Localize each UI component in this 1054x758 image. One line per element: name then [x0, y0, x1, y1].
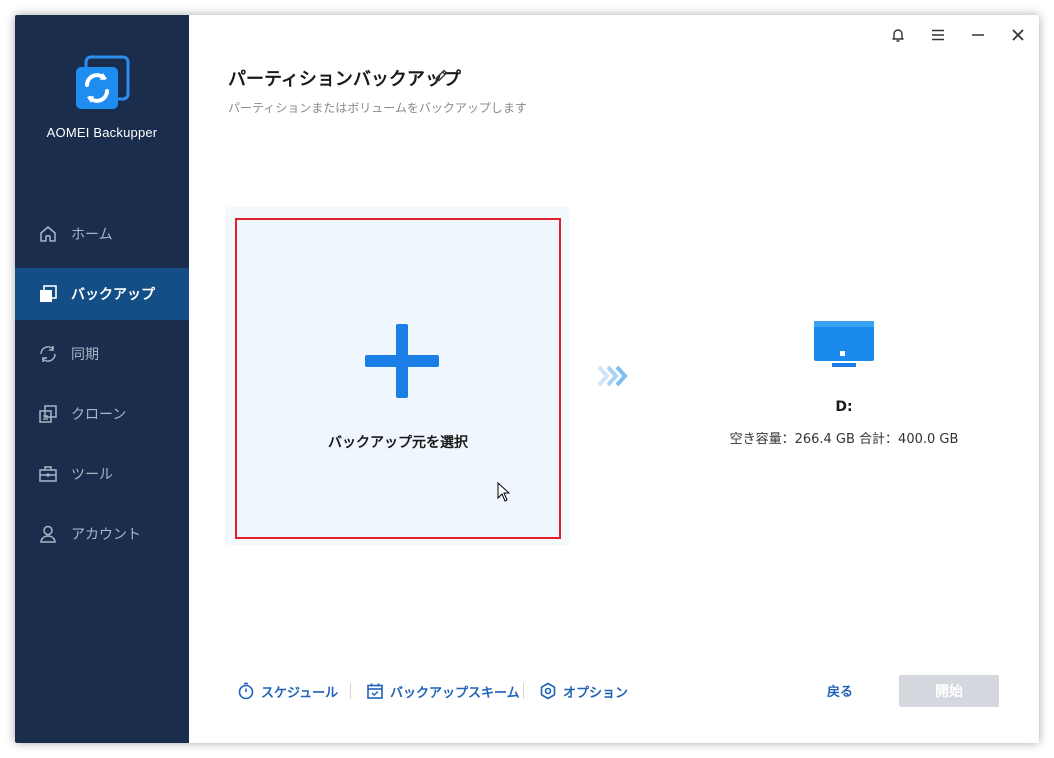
- sidebar-item-label: アカウント: [71, 527, 141, 543]
- close-icon[interactable]: [1006, 23, 1030, 47]
- sidebar-item-label: バックアップ: [71, 287, 155, 303]
- sidebar-item-tools[interactable]: ツール: [15, 448, 189, 500]
- back-button[interactable]: 戻る: [827, 681, 853, 700]
- home-icon: [37, 223, 59, 245]
- sidebar: AOMEI Backupper ホーム バックアップ 同期 クローン ツール ア…: [15, 15, 189, 743]
- plus-icon: [365, 324, 439, 398]
- options-label: オプション: [563, 685, 629, 701]
- schedule-label: スケジュール: [261, 685, 339, 701]
- divider: [350, 683, 351, 699]
- clone-icon: [37, 403, 59, 425]
- chevrons-right-icon: [597, 365, 628, 387]
- backup-scheme-button[interactable]: バックアップスキーム: [366, 679, 520, 703]
- minimize-icon[interactable]: [966, 23, 990, 47]
- schedule-button[interactable]: スケジュール: [237, 679, 338, 703]
- sidebar-item-home[interactable]: ホーム: [15, 208, 189, 260]
- destination-target[interactable]: D: 空き容量：266.4 GB 合計：400.0 GB: [699, 315, 999, 455]
- options-button[interactable]: オプション: [539, 679, 628, 703]
- user-icon: [37, 523, 59, 545]
- calendar-check-icon: [367, 683, 383, 699]
- destination-name: D:: [835, 399, 853, 415]
- app-name: AOMEI Backupper: [46, 125, 158, 140]
- app-logo-icon: [76, 55, 130, 109]
- select-source-label: バックアップ元を選択: [328, 435, 468, 451]
- backup-scheme-label: バックアップスキーム: [390, 685, 520, 701]
- mouse-cursor-icon: [497, 482, 511, 502]
- divider: [523, 683, 524, 699]
- sidebar-item-sync[interactable]: 同期: [15, 328, 189, 380]
- backup-icon: [37, 283, 59, 305]
- sidebar-item-account[interactable]: アカウント: [15, 508, 189, 560]
- monitor-icon: [814, 321, 874, 367]
- sidebar-item-label: クローン: [71, 407, 127, 423]
- sidebar-item-label: ツール: [71, 467, 113, 483]
- edit-icon[interactable]: [433, 68, 449, 84]
- menu-icon[interactable]: [926, 23, 950, 47]
- sidebar-item-label: ホーム: [71, 227, 113, 243]
- sidebar-item-clone[interactable]: クローン: [15, 388, 189, 440]
- page-subtitle: パーティションまたはボリュームをバックアップします: [228, 101, 527, 115]
- sidebar-item-label: 同期: [71, 347, 99, 363]
- select-source-button[interactable]: バックアップ元を選択: [235, 218, 561, 539]
- bell-icon[interactable]: [886, 23, 910, 47]
- main-panel: パーティションバックアップ パーティションまたはボリュームをバックアップします …: [189, 15, 1039, 743]
- page-title: パーティションバックアップ: [228, 69, 461, 90]
- gear-icon: [540, 682, 556, 700]
- sync-icon: [37, 343, 59, 365]
- stopwatch-icon: [238, 682, 254, 700]
- app-window: AOMEI Backupper ホーム バックアップ 同期 クローン ツール ア…: [15, 15, 1039, 743]
- destination-capacity: 空き容量：266.4 GB 合計：400.0 GB: [729, 432, 959, 447]
- toolbox-icon: [37, 463, 59, 485]
- start-button[interactable]: 開始: [899, 675, 999, 707]
- sidebar-item-backup[interactable]: バックアップ: [15, 268, 189, 320]
